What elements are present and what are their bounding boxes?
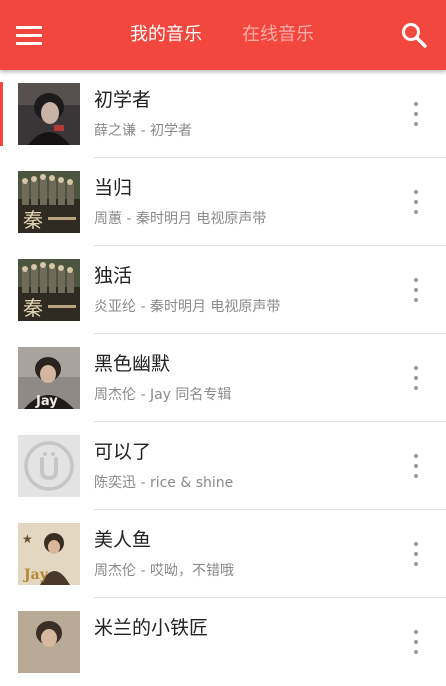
- song-subtitle: 陈奕迅 - rice & shine: [94, 475, 234, 491]
- song-row[interactable]: ★ Jay 美人鱼 周杰伦 - 哎呦，不错哦: [0, 510, 446, 598]
- song-list: 初学者 薛之谦 - 初学者 秦 当归 周蕙 - 秦时明月 电视原声带 秦 独活 …: [0, 70, 446, 686]
- tab-online-music[interactable]: 在线音乐: [242, 22, 314, 48]
- more-options-icon[interactable]: [408, 366, 424, 390]
- album-cover: ★ Jay: [18, 523, 80, 585]
- album-cover: Jay: [18, 347, 80, 409]
- song-subtitle: 薛之谦 - 初学者: [94, 123, 192, 139]
- song-row[interactable]: 秦 当归 周蕙 - 秦时明月 电视原声带: [0, 158, 446, 246]
- more-options-icon[interactable]: [408, 454, 424, 478]
- song-row[interactable]: 可以了 陈奕迅 - rice & shine: [0, 422, 446, 510]
- album-cover: [18, 611, 80, 673]
- song-row[interactable]: 米兰的小铁匠: [0, 598, 446, 686]
- tab-my-music[interactable]: 我的音乐: [130, 22, 202, 48]
- song-title: 黑色幽默: [94, 353, 171, 375]
- song-row[interactable]: 秦 独活 炎亚纶 - 秦时明月 电视原声带: [0, 246, 446, 334]
- more-options-icon[interactable]: [408, 190, 424, 214]
- search-icon[interactable]: [400, 21, 428, 49]
- more-options-icon[interactable]: [408, 102, 424, 126]
- menu-icon[interactable]: [16, 21, 46, 49]
- song-title: 美人鱼: [94, 529, 152, 551]
- song-title: 独活: [94, 265, 133, 287]
- song-subtitle: 炎亚纶 - 秦时明月 电视原声带: [94, 299, 281, 315]
- album-cover: [18, 83, 80, 145]
- song-row[interactable]: 初学者 薛之谦 - 初学者: [0, 70, 446, 158]
- cover-art-text: Jay: [22, 567, 49, 583]
- song-subtitle: 周蕙 - 秦时明月 电视原声带: [94, 211, 267, 227]
- song-title: 当归: [94, 177, 133, 199]
- song-title: 可以了: [94, 441, 152, 463]
- album-cover: 秦: [18, 259, 80, 321]
- more-options-icon[interactable]: [408, 278, 424, 302]
- song-title: 初学者: [94, 89, 152, 111]
- cover-art-text: Jay: [35, 394, 58, 409]
- song-row[interactable]: Jay 黑色幽默 周杰伦 - Jay 同名专辑: [0, 334, 446, 422]
- more-options-icon[interactable]: [408, 630, 424, 654]
- cover-art-text: 秦: [23, 208, 43, 232]
- svg-text:★: ★: [22, 532, 33, 546]
- album-cover: [18, 435, 80, 497]
- album-cover: 秦: [18, 171, 80, 233]
- song-subtitle: 周杰伦 - Jay 同名专辑: [94, 387, 232, 403]
- more-options-icon[interactable]: [408, 542, 424, 566]
- app-bar: 我的音乐 在线音乐: [0, 0, 446, 70]
- song-subtitle: 周杰伦 - 哎呦，不错哦: [94, 563, 234, 579]
- song-title: 米兰的小铁匠: [94, 617, 209, 639]
- cover-art-text: 秦: [23, 296, 43, 320]
